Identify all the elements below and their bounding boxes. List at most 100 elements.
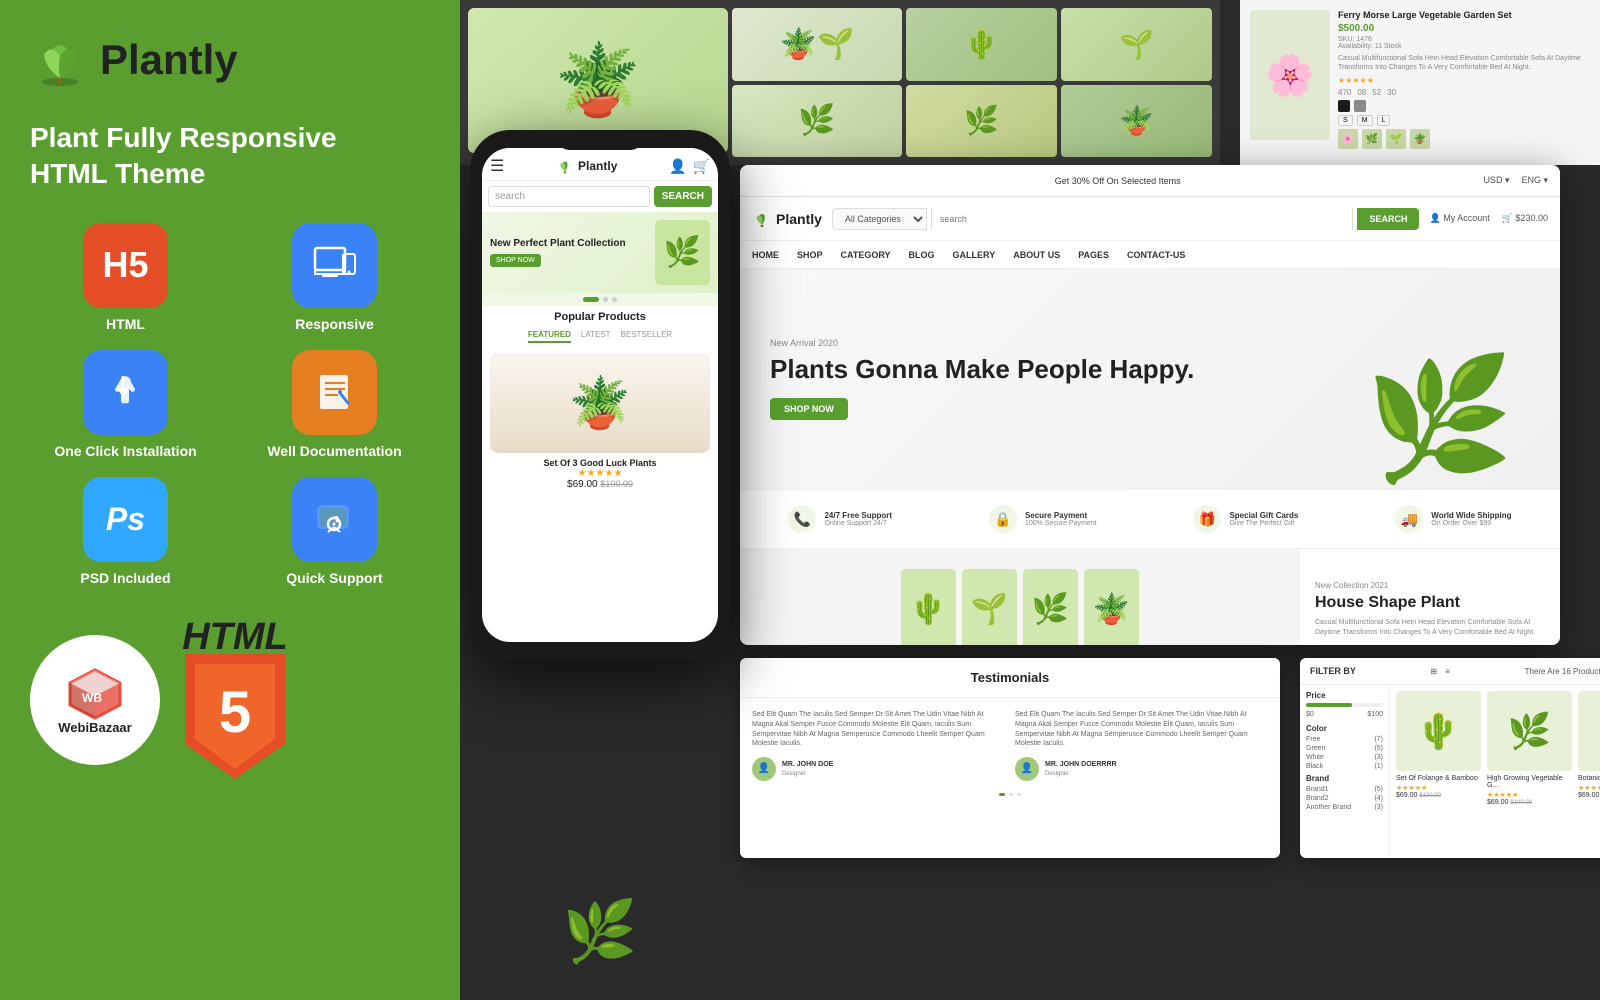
testimonial-avatar-2: 👤: [1015, 757, 1039, 781]
pd-colors: [1338, 100, 1590, 112]
brand-option-1[interactable]: Brand1(5): [1306, 786, 1383, 793]
phone-product-image: 🪴: [490, 353, 710, 453]
color-option-white[interactable]: White(3): [1306, 754, 1383, 761]
brand-filter-label: Brand: [1306, 774, 1383, 783]
docs-svg: [310, 367, 360, 417]
filter-product-img-2[interactable]: 🌿: [1487, 691, 1572, 771]
menu-shop[interactable]: SHOP: [797, 250, 823, 260]
feature-html: H5 HTML: [30, 223, 221, 332]
color-option-green[interactable]: Green(5): [1306, 745, 1383, 752]
testimonial-role-1: Designer: [782, 770, 833, 778]
brand-option-2[interactable]: Brand2(4): [1306, 795, 1383, 802]
bottom-new-collection: New Collection 2021 House Shape Plant Ca…: [1300, 549, 1560, 645]
language-selector[interactable]: ENG ▾: [1521, 175, 1548, 186]
menu-about[interactable]: ABOUT US: [1013, 250, 1060, 260]
view-grid-icon[interactable]: ⊞: [1431, 667, 1438, 676]
testimonial-text-1: Sed Elit Quam The Iaculis Sed Semper Dr …: [752, 710, 1005, 749]
phone-menu-icon[interactable]: ☰: [490, 156, 504, 176]
hero-cta-button[interactable]: SHOP NOW: [770, 398, 848, 420]
html-icon-box: H5: [83, 223, 168, 308]
desktop-menu-bar: HOME SHOP CATEGORY BLOG GALLERY ABOUT US…: [740, 241, 1560, 269]
thumb-3[interactable]: 🌱: [1386, 129, 1406, 149]
thumb-1[interactable]: 🌸: [1338, 129, 1358, 149]
thumb-4[interactable]: 🪴: [1410, 129, 1430, 149]
plant-imgs-grid: 🌵 🌱 🌿 🪴: [906, 8, 1212, 157]
menu-contact[interactable]: CONTACT-US: [1127, 250, 1185, 260]
filter-sidebar: Price $0$100 Color Free(7) Green(5) Whit…: [1300, 685, 1390, 855]
testimonial-name-1: MR. JOHN DOE: [782, 760, 833, 770]
svg-text:WB: WB: [82, 691, 102, 705]
feature-giftcard: 🎁 Special Gift Cards Give The Perfect Gi…: [1193, 505, 1298, 533]
desktop-category-select[interactable]: All Categories: [832, 208, 927, 230]
menu-home[interactable]: HOME: [752, 250, 779, 260]
filter-product-2: 🌿 High Growing Vegetable G... ★★★★★ $69.…: [1487, 691, 1572, 849]
filter-stars-2: ★★★★★: [1487, 791, 1572, 799]
feature-payment: 🔒 Secure Payment 100% Secure Payment: [989, 505, 1097, 533]
pd-stars: ★★★★★: [1338, 76, 1590, 85]
psd-icon-box: Ps: [83, 477, 168, 562]
phone-product: 🪴 Set Of 3 Good Luck Plants ★★★★★ $69.00…: [482, 345, 718, 498]
dot-active[interactable]: [999, 793, 1005, 796]
phone-search-button[interactable]: SEARCH: [654, 186, 712, 207]
brand-option-3[interactable]: Another Brand(3): [1306, 804, 1383, 811]
filter-product-name-3: Botanical Interiors To...: [1578, 775, 1600, 782]
desktop-account-link[interactable]: 👤 My Account: [1429, 213, 1489, 224]
testimonials-screenshot: Testimonials Sed Elit Quam The Iaculis S…: [740, 658, 1280, 858]
view-list-icon[interactable]: ≡: [1445, 667, 1450, 676]
phone-logo: Plantly: [556, 157, 617, 175]
testimonial-author-1: 👤 MR. JOHN DOE Designer: [752, 757, 1005, 781]
phone-banner-dots: [482, 293, 718, 306]
phone-tab-bestseller[interactable]: BESTSELLER: [621, 330, 673, 343]
tagline: Plant Fully Responsive HTML Theme: [30, 120, 430, 193]
bottom-plant-strip: 🌿: [460, 862, 740, 1000]
mobile-mockup: ☰ Plantly 👤 🛒: [470, 130, 750, 660]
size-m[interactable]: M: [1357, 115, 1373, 126]
phone-banner-btn[interactable]: SHOP NOW: [490, 254, 541, 267]
webibazaar-cube-icon: WB: [60, 665, 130, 720]
color-option-black[interactable]: Black(1): [1306, 763, 1383, 770]
size-s[interactable]: S: [1338, 115, 1353, 126]
phone-user-icon[interactable]: 👤: [669, 158, 686, 175]
filter-product-img-3[interactable]: 🌱: [1578, 691, 1600, 771]
price-filter-label: Price: [1306, 691, 1383, 700]
color-black[interactable]: [1338, 100, 1350, 112]
color-option-free[interactable]: Free(7): [1306, 736, 1383, 743]
testimonial-role-2: Designer: [1045, 770, 1117, 778]
filter-product-img-1[interactable]: 🌵: [1396, 691, 1481, 771]
dot-inactive-2[interactable]: [1017, 793, 1021, 796]
size-l[interactable]: L: [1377, 115, 1391, 126]
thumb-2[interactable]: 🌿: [1362, 129, 1382, 149]
filter-product-1: 🌵 Set Of Folange & Bamboo ★★★★★ $69.00 $…: [1396, 691, 1481, 849]
testimonial-name-2: MR. JOHN DOERRRR: [1045, 760, 1117, 770]
new-collection-label: New Collection 2021: [1315, 581, 1545, 590]
dot-inactive-1[interactable]: [1009, 793, 1013, 796]
phone-header: ☰ Plantly 👤 🛒: [482, 148, 718, 181]
phone-outer: ☰ Plantly 👤 🛒: [470, 130, 730, 660]
desktop-cart-link[interactable]: 🛒 $230.00: [1502, 213, 1548, 224]
menu-gallery[interactable]: GALLERY: [953, 250, 996, 260]
pd-sizes: S M L: [1338, 115, 1590, 126]
logo-text: Plantly: [100, 36, 238, 84]
support-icon-box: [292, 477, 377, 562]
pd-image: 🌸: [1250, 10, 1330, 140]
menu-pages[interactable]: PAGES: [1078, 250, 1109, 260]
phone-search-input[interactable]: search: [488, 186, 650, 207]
phone-tab-featured[interactable]: FEATURED: [528, 330, 571, 343]
product-detail-area: 🌸 Ferry Morse Large Vegetable Garden Set…: [1240, 0, 1600, 165]
phone-tab-latest[interactable]: LATEST: [581, 330, 611, 343]
desktop-account-area: 👤 My Account 🛒 $230.00: [1429, 213, 1548, 224]
support-icon: 📞: [788, 505, 816, 533]
desktop-search-row: All Categories SEARCH: [832, 208, 1420, 230]
feature-docs: Well Documentation: [239, 350, 430, 459]
phone-cart-icon[interactable]: 🛒: [693, 158, 710, 175]
color-grey[interactable]: [1354, 100, 1366, 112]
testimonial-dots: [740, 793, 1280, 804]
menu-category[interactable]: CATEGORY: [841, 250, 891, 260]
currency-selector[interactable]: USD ▾: [1483, 175, 1509, 186]
desktop-search-button[interactable]: SEARCH: [1357, 208, 1419, 230]
html-label: HTML: [106, 316, 145, 332]
menu-blog[interactable]: BLOG: [909, 250, 935, 260]
desktop-search-input[interactable]: [931, 208, 1354, 230]
oneclick-svg: [101, 367, 151, 417]
svg-text:5: 5: [219, 680, 251, 745]
